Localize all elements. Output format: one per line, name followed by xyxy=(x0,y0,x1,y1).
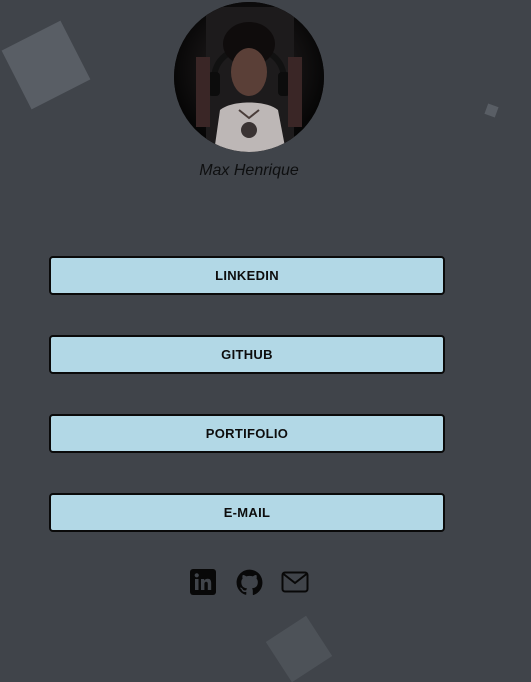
portfolio-button[interactable]: PORTIFOLIO xyxy=(49,414,445,453)
avatar xyxy=(174,2,324,152)
email-button[interactable]: E-MAIL xyxy=(49,493,445,532)
linkedin-icon[interactable] xyxy=(189,568,217,596)
decorative-square xyxy=(265,615,333,682)
social-links xyxy=(0,568,498,596)
avatar-photo xyxy=(174,2,324,152)
mail-icon[interactable] xyxy=(281,568,309,596)
github-button[interactable]: GITHUB xyxy=(49,335,445,374)
linkedin-button[interactable]: LINKEDIN xyxy=(49,256,445,295)
profile-name: Max Henrique xyxy=(199,162,299,179)
decorative-square xyxy=(1,20,91,110)
decorative-square xyxy=(484,103,499,118)
github-icon[interactable] xyxy=(235,568,263,596)
